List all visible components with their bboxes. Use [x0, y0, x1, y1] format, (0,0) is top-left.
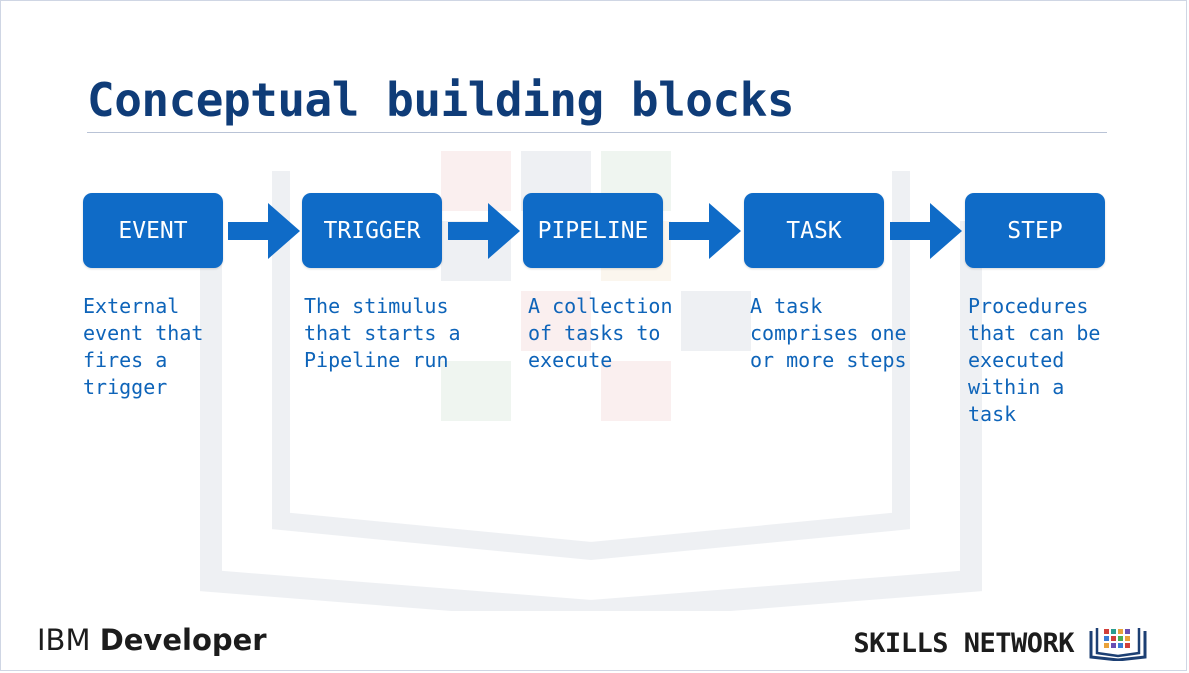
ibm-developer-logo: IBM Developer: [37, 623, 267, 657]
description-task: A task comprises one or more steps: [750, 294, 907, 372]
title-divider: [87, 132, 1107, 133]
block-pipeline: PIPELINE: [523, 193, 663, 268]
block-label: TASK: [786, 217, 842, 244]
book-grid-icon: [1089, 628, 1147, 661]
description-step: Procedures that can be executed within a…: [968, 294, 1101, 426]
brand-ibm: IBM: [37, 623, 100, 657]
arrow-right-icon: [448, 203, 520, 259]
slide: Conceptual building blocks EVENT TRIGGER…: [0, 0, 1187, 671]
skills-network-text: SKILLS NETWORK: [853, 627, 1074, 659]
skills-network-logo: SKILLS NETWORK: [853, 625, 1148, 661]
description-event: External event that fires a trigger: [83, 294, 204, 399]
block-event: EVENT: [83, 193, 223, 268]
block-step: STEP: [965, 193, 1105, 268]
arrow-right-icon: [890, 203, 962, 259]
block-trigger: TRIGGER: [302, 193, 442, 268]
arrow-right-icon: [669, 203, 741, 259]
slide-title: Conceptual building blocks: [87, 73, 795, 127]
block-label: STEP: [1007, 217, 1063, 244]
arrow-right-icon: [228, 203, 300, 259]
brand-developer: Developer: [99, 623, 267, 657]
block-task: TASK: [744, 193, 884, 268]
block-label: EVENT: [118, 217, 188, 244]
description-pipeline: A collection of tasks to execute: [528, 294, 673, 372]
block-label: PIPELINE: [537, 217, 649, 244]
description-trigger: The stimulus that starts a Pipeline run: [304, 294, 461, 372]
block-label: TRIGGER: [323, 217, 421, 244]
